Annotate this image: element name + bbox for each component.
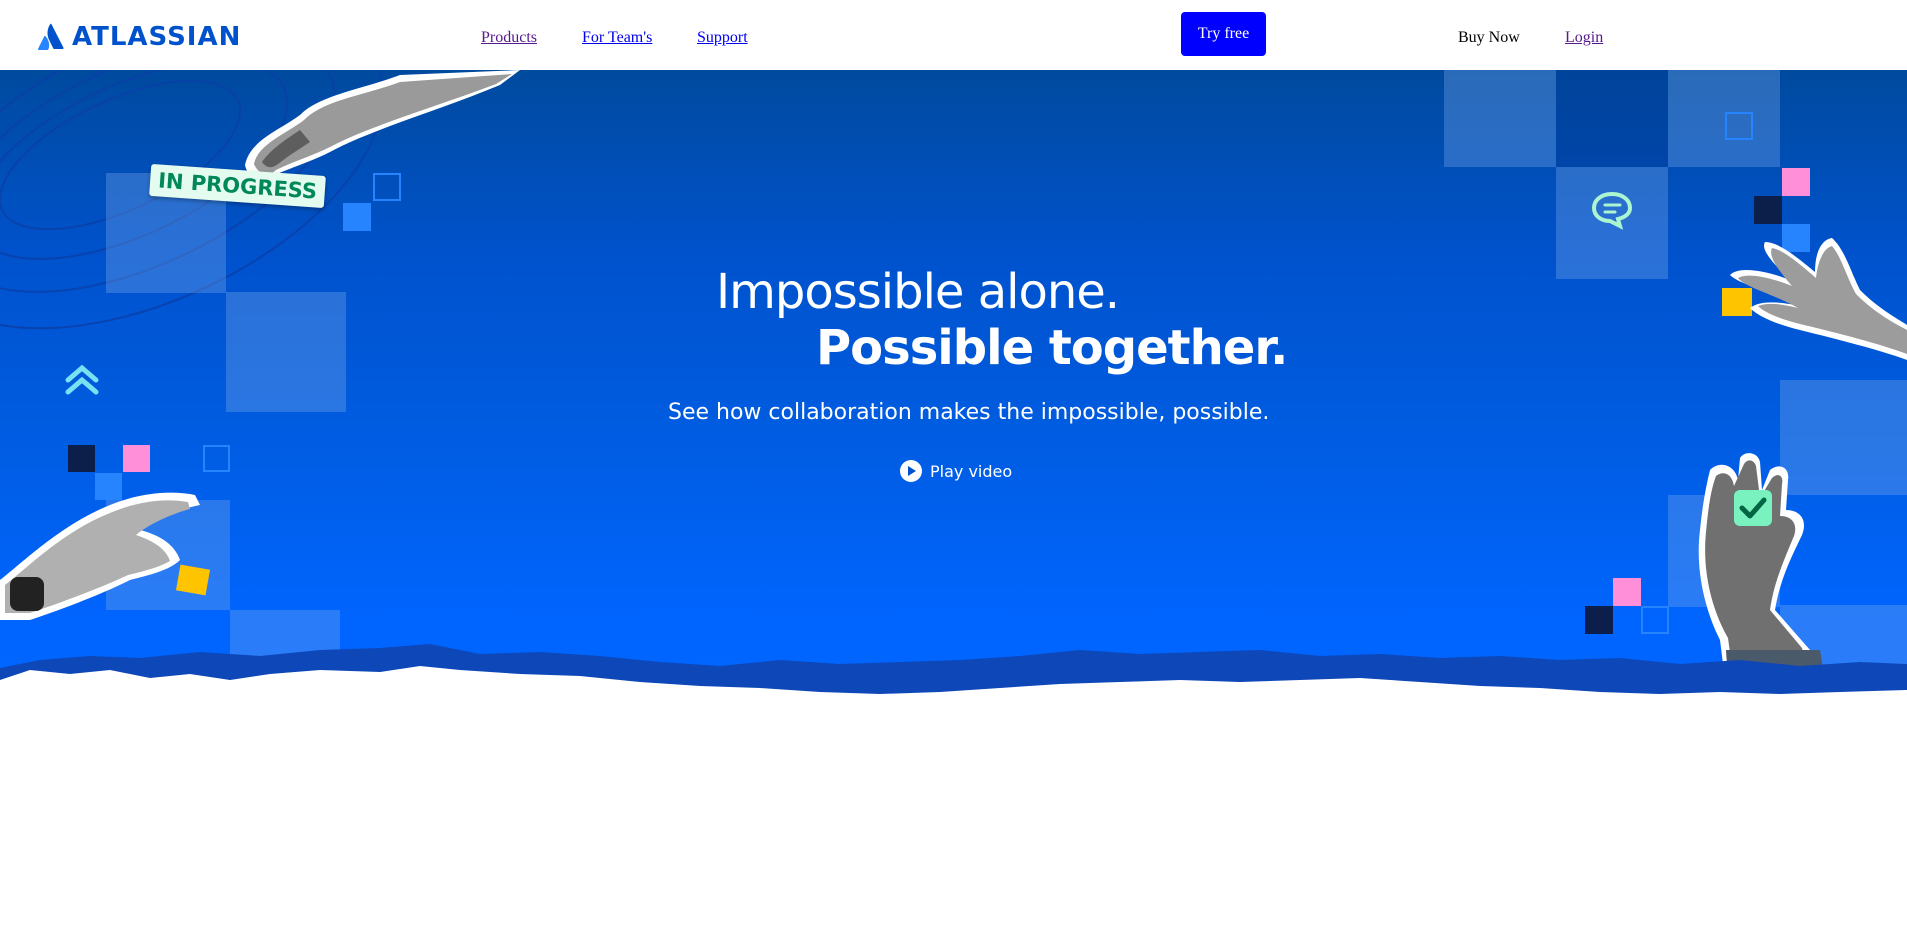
decor-square — [1754, 196, 1782, 224]
logo-wordmark: ATLASSIAN — [72, 22, 242, 52]
decor-tile — [1444, 70, 1556, 167]
hero-headline-line1: Impossible alone. — [716, 264, 1120, 320]
nav-products-link[interactable]: Products — [481, 29, 537, 47]
decor-tile — [1668, 70, 1780, 167]
buy-now-link[interactable]: Buy Now — [1458, 29, 1520, 47]
torn-paper-edge — [0, 644, 1907, 720]
site-header: ATLASSIAN Products For Team's Support Tr… — [0, 0, 1907, 70]
double-chevron-up-icon — [65, 364, 99, 395]
decor-square — [1613, 578, 1641, 606]
play-video-label: Play video — [930, 461, 1013, 481]
hand-top-right-illustration — [1730, 238, 1907, 360]
decor-square — [123, 445, 150, 472]
hero-headline-line2: Possible together. — [816, 320, 1288, 376]
play-video-button[interactable]: Play video — [900, 460, 1012, 482]
hand-bottom-left-illustration — [0, 492, 210, 620]
login-link[interactable]: Login — [1565, 29, 1603, 47]
decor-square — [343, 203, 371, 231]
hand-top-left-illustration — [245, 70, 520, 181]
atlassian-logo[interactable]: ATLASSIAN — [38, 22, 241, 52]
decor-square — [1725, 112, 1753, 140]
play-icon — [900, 460, 922, 482]
nav-for-teams-link[interactable]: For Team's — [582, 29, 652, 47]
decor-square — [1782, 168, 1810, 196]
atlassian-logo-icon — [38, 23, 64, 50]
decor-tile — [226, 292, 346, 412]
hero-banner: IN PROGRESS Impossible alone. Possible t… — [0, 70, 1907, 720]
chat-bubble-icon — [1591, 191, 1633, 230]
nav-support-link[interactable]: Support — [697, 29, 748, 47]
try-free-button[interactable]: Try free — [1181, 12, 1266, 56]
decor-square — [68, 445, 95, 472]
decor-tile — [1556, 70, 1668, 167]
decor-square — [203, 445, 230, 472]
hero-subheadline: See how collaboration makes the impossib… — [668, 400, 1270, 425]
